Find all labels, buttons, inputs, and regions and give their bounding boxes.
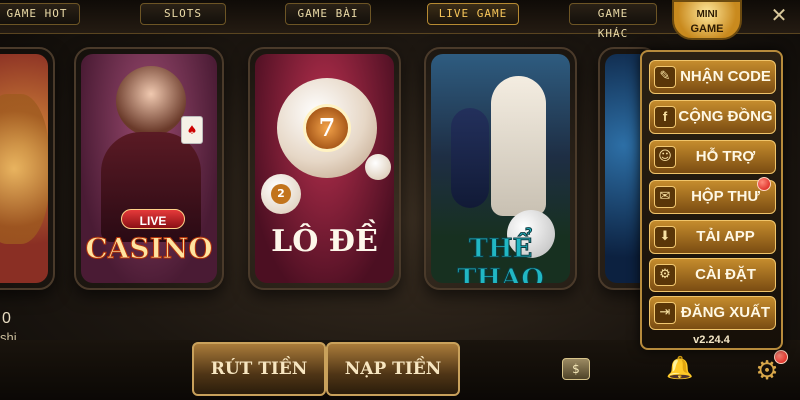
gift-code-icon: ✎ bbox=[654, 66, 676, 88]
mail-icon: ✉ bbox=[654, 186, 676, 208]
lottery-ball-small-right bbox=[365, 154, 391, 180]
bell-icon[interactable]: 🔔 bbox=[666, 356, 693, 382]
settings-notification-dot bbox=[774, 350, 788, 364]
deposit-button[interactable]: NẠP TIỀN bbox=[326, 342, 460, 396]
facebook-icon: f bbox=[654, 106, 676, 128]
menu-item-cong-dong[interactable]: f CỘNG ĐỒNG bbox=[649, 100, 776, 134]
mini-game-label-bottom: GAME bbox=[690, 23, 724, 35]
menu-item-tai-app[interactable]: ⬇ TẢI APP bbox=[649, 220, 776, 254]
menu-item-ho-tro[interactable]: ☺ HỖ TRỢ bbox=[649, 140, 776, 174]
football-player bbox=[491, 76, 546, 216]
playing-cards-icon: ♠ bbox=[181, 116, 203, 144]
slot-art bbox=[0, 54, 48, 283]
left-partial-value: 0 bbox=[2, 310, 11, 327]
close-icon[interactable]: ✕ bbox=[768, 4, 790, 26]
tab-game-hot[interactable]: GAME HOT bbox=[0, 3, 80, 25]
game-card-the-thao[interactable]: THỂ THAO bbox=[424, 47, 577, 290]
settings-menu-panel: ✎ NHẬN CODE f CỘNG ĐỒNG ☺ HỖ TRỢ ✉ HỘP T… bbox=[640, 50, 783, 350]
download-icon: ⬇ bbox=[654, 226, 676, 248]
version-label: v2.24.4 bbox=[693, 334, 730, 346]
thethao-art: THỂ THAO bbox=[431, 54, 570, 283]
menu-item-label: ĐĂNG XUẤT bbox=[680, 304, 771, 321]
dealer-figure bbox=[116, 66, 186, 136]
casino-label: CASINO bbox=[85, 232, 213, 266]
cash-icon[interactable]: $ bbox=[562, 358, 590, 380]
casino-art: ♠ LIVE CASINO bbox=[81, 54, 217, 283]
game-card-partial-left[interactable] bbox=[0, 47, 55, 290]
logout-icon: ⇥ bbox=[654, 302, 676, 324]
menu-item-label: TẢI APP bbox=[696, 228, 755, 245]
game-card-live-casino[interactable]: ♠ LIVE CASINO bbox=[74, 47, 224, 290]
lode-label: LÔ ĐỀ bbox=[271, 224, 378, 259]
dragon-artwork bbox=[0, 94, 48, 244]
lottery-ball-number: 7 bbox=[303, 104, 351, 152]
menu-item-cai-dat[interactable]: ⚙ CÀI ĐẶT bbox=[649, 258, 776, 292]
tab-game-khac[interactable]: GAME KHÁC bbox=[569, 3, 657, 40]
withdraw-button[interactable]: RÚT TIỀN bbox=[192, 342, 326, 396]
live-badge-label: LIVE bbox=[139, 214, 167, 228]
menu-item-label: HỖ TRỢ bbox=[695, 148, 756, 165]
lode-art: 7 2 LÔ ĐỀ bbox=[255, 54, 394, 283]
menu-item-label: CÀI ĐẶT bbox=[695, 266, 756, 283]
lottery-ball-small: 2 bbox=[261, 174, 301, 214]
lottery-ball-small-number: 2 bbox=[271, 184, 291, 204]
menu-item-dang-xuat[interactable]: ⇥ ĐĂNG XUẤT bbox=[649, 296, 776, 330]
mini-game-button[interactable]: MINI GAME bbox=[672, 0, 742, 40]
tab-slots[interactable]: SLOTS bbox=[140, 3, 226, 25]
football-player-secondary bbox=[451, 108, 489, 208]
lottery-ball-large: 7 bbox=[277, 78, 377, 178]
game-card-lo-de[interactable]: 7 2 LÔ ĐỀ bbox=[248, 47, 401, 290]
mail-notification-dot bbox=[757, 177, 771, 191]
menu-item-label: NHẬN CODE bbox=[680, 68, 771, 85]
live-badge: LIVE bbox=[121, 209, 185, 229]
thethao-label: THỂ THAO bbox=[457, 234, 545, 284]
menu-item-label: CỘNG ĐỒNG bbox=[678, 108, 773, 125]
gear-icon: ⚙ bbox=[654, 264, 676, 286]
tab-live-game[interactable]: LIVE GAME bbox=[427, 3, 519, 25]
tab-game-bai[interactable]: GAME BÀI bbox=[285, 3, 371, 25]
mini-game-label-top: MINI bbox=[696, 9, 718, 20]
support-agent-icon: ☺ bbox=[654, 146, 676, 168]
menu-item-nhan-code[interactable]: ✎ NHẬN CODE bbox=[649, 60, 776, 94]
